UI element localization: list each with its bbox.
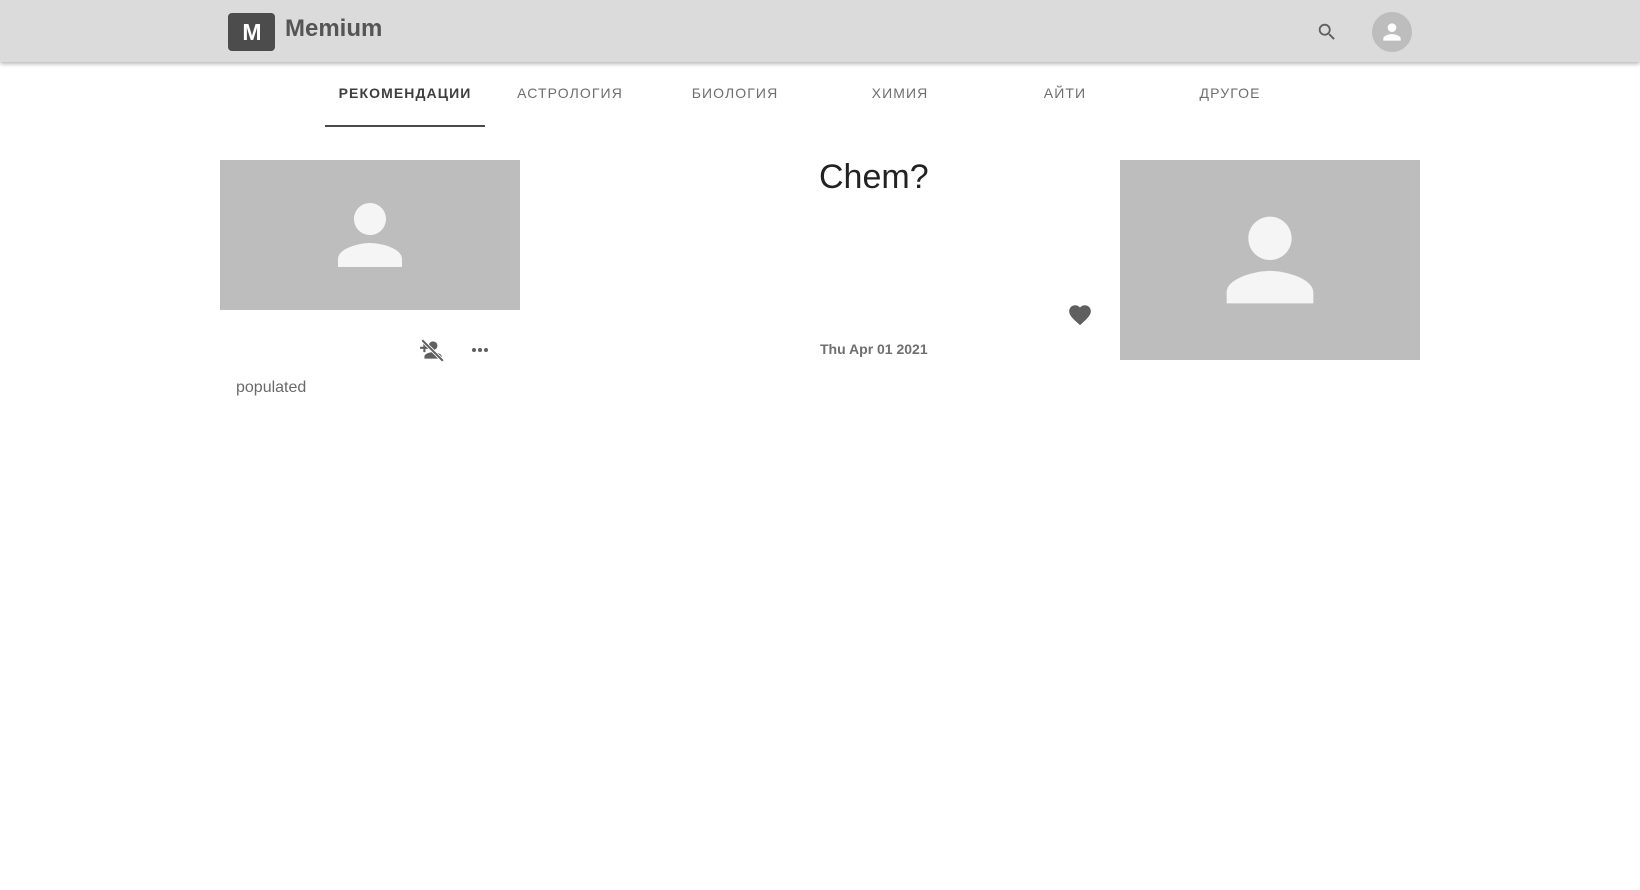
tab-chemistry[interactable]: Химия	[820, 62, 980, 128]
post-image[interactable]	[1120, 160, 1420, 360]
search-icon[interactable]	[1316, 21, 1338, 43]
person-placeholder-icon	[338, 203, 402, 267]
tab-recommendations[interactable]: Рекомендации	[325, 62, 485, 128]
tab-it[interactable]: Айти	[985, 62, 1145, 128]
post-date: Thu Apr 01 2021	[820, 341, 928, 357]
profile-status-text: populated	[236, 379, 307, 396]
category-tabs: Рекомендации Астрология Биология Химия А…	[0, 62, 1640, 128]
post-title[interactable]: Chem?	[819, 158, 929, 197]
active-tab-indicator	[325, 125, 485, 127]
tab-other[interactable]: Другое	[1150, 62, 1310, 128]
more-button[interactable]	[466, 336, 494, 364]
unfollow-button[interactable]	[418, 336, 446, 364]
account-avatar[interactable]	[1372, 12, 1412, 52]
unfollow-icon	[420, 338, 445, 363]
account-icon	[1383, 23, 1401, 41]
person-placeholder-icon	[1226, 216, 1314, 304]
tab-astrology[interactable]: Астрология	[490, 62, 650, 128]
logo-icon[interactable]: M	[228, 13, 275, 51]
more-horizontal-icon	[472, 348, 488, 352]
tab-biology[interactable]: Биология	[655, 62, 815, 128]
profile-card-image[interactable]	[220, 160, 520, 310]
heart-icon[interactable]	[1067, 302, 1093, 328]
app-bar: M Memium	[0, 0, 1640, 62]
app-name[interactable]: Memium	[285, 15, 382, 43]
